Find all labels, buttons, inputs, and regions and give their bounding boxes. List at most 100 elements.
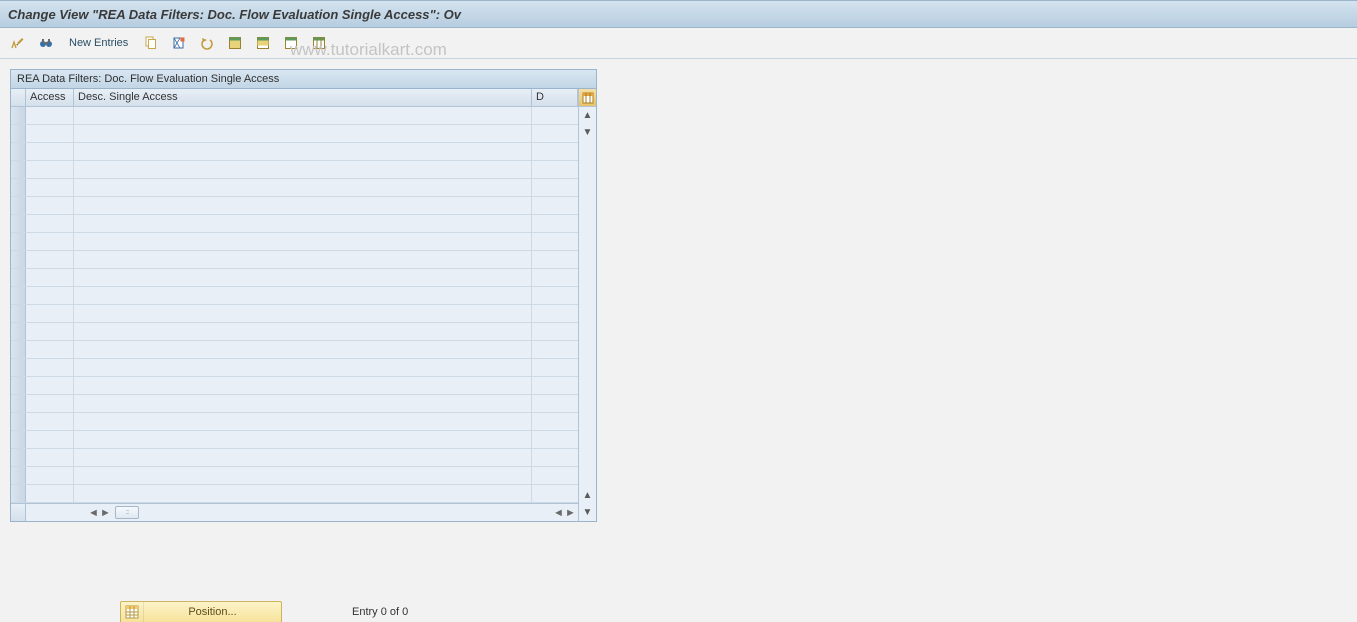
cell-access[interactable]	[26, 233, 74, 250]
row-selector[interactable]	[11, 467, 26, 484]
cell-desc-single-access[interactable]	[74, 449, 532, 466]
cell-access[interactable]	[26, 251, 74, 268]
table-row[interactable]	[11, 233, 578, 251]
cell-d[interactable]	[532, 485, 578, 502]
table-row[interactable]	[11, 359, 578, 377]
table-row[interactable]	[11, 179, 578, 197]
cell-d[interactable]	[532, 377, 578, 394]
cell-d[interactable]	[532, 233, 578, 250]
cell-access[interactable]	[26, 107, 74, 124]
table-row[interactable]	[11, 215, 578, 233]
table-row[interactable]	[11, 323, 578, 341]
table-row[interactable]	[11, 269, 578, 287]
scroll-down-end-button[interactable]: ▼	[579, 504, 596, 521]
cell-d[interactable]	[532, 143, 578, 160]
undo-change-button[interactable]	[195, 31, 219, 55]
cell-desc-single-access[interactable]	[74, 215, 532, 232]
cell-access[interactable]	[26, 467, 74, 484]
cell-desc-single-access[interactable]	[74, 323, 532, 340]
cell-d[interactable]	[532, 467, 578, 484]
table-row[interactable]	[11, 341, 578, 359]
cell-desc-single-access[interactable]	[74, 269, 532, 286]
cell-d[interactable]	[532, 125, 578, 142]
table-row[interactable]	[11, 305, 578, 323]
cell-desc-single-access[interactable]	[74, 197, 532, 214]
row-selector[interactable]	[11, 179, 26, 196]
select-block-button[interactable]	[251, 31, 275, 55]
cell-d[interactable]	[532, 359, 578, 376]
cell-d[interactable]	[532, 413, 578, 430]
table-row[interactable]	[11, 467, 578, 485]
cell-access[interactable]	[26, 125, 74, 142]
cell-access[interactable]	[26, 269, 74, 286]
cell-access[interactable]	[26, 413, 74, 430]
cell-access[interactable]	[26, 485, 74, 502]
scroll-up-end-button[interactable]: ▲	[579, 487, 596, 504]
cell-access[interactable]	[26, 359, 74, 376]
cell-d[interactable]	[532, 179, 578, 196]
row-selector[interactable]	[11, 143, 26, 160]
scroll-up-button[interactable]: ▲	[579, 107, 596, 124]
scroll-right-end-button[interactable]: ►	[565, 506, 576, 519]
cell-desc-single-access[interactable]	[74, 413, 532, 430]
cell-d[interactable]	[532, 197, 578, 214]
table-row[interactable]	[11, 287, 578, 305]
cell-access[interactable]	[26, 377, 74, 394]
cell-access[interactable]	[26, 305, 74, 322]
cell-d[interactable]	[532, 107, 578, 124]
row-selector[interactable]	[11, 341, 26, 358]
copy-as-button[interactable]	[139, 31, 163, 55]
column-header-desc-single-access[interactable]: Desc. Single Access	[74, 89, 532, 106]
table-settings-corner-button[interactable]	[579, 89, 596, 107]
table-row[interactable]	[11, 107, 578, 125]
cell-desc-single-access[interactable]	[74, 377, 532, 394]
cell-desc-single-access[interactable]	[74, 305, 532, 322]
row-selector[interactable]	[11, 287, 26, 304]
row-selector[interactable]	[11, 449, 26, 466]
table-row[interactable]	[11, 251, 578, 269]
cell-desc-single-access[interactable]	[74, 143, 532, 160]
cell-desc-single-access[interactable]	[74, 125, 532, 142]
cell-desc-single-access[interactable]	[74, 287, 532, 304]
delete-button[interactable]	[167, 31, 191, 55]
table-row[interactable]	[11, 485, 578, 503]
row-selector[interactable]	[11, 305, 26, 322]
row-selector[interactable]	[11, 251, 26, 268]
cell-access[interactable]	[26, 431, 74, 448]
cell-desc-single-access[interactable]	[74, 485, 532, 502]
table-row[interactable]	[11, 395, 578, 413]
table-row[interactable]	[11, 143, 578, 161]
cell-desc-single-access[interactable]	[74, 161, 532, 178]
row-selector[interactable]	[11, 125, 26, 142]
cell-access[interactable]	[26, 215, 74, 232]
cell-d[interactable]	[532, 449, 578, 466]
cell-d[interactable]	[532, 395, 578, 412]
table-row[interactable]	[11, 413, 578, 431]
cell-d[interactable]	[532, 305, 578, 322]
cell-desc-single-access[interactable]	[74, 341, 532, 358]
cell-access[interactable]	[26, 197, 74, 214]
scroll-down-button[interactable]: ▼	[579, 124, 596, 141]
row-selector[interactable]	[11, 197, 26, 214]
cell-d[interactable]	[532, 269, 578, 286]
cell-desc-single-access[interactable]	[74, 107, 532, 124]
cell-d[interactable]	[532, 431, 578, 448]
row-selector[interactable]	[11, 161, 26, 178]
cell-d[interactable]	[532, 287, 578, 304]
cell-access[interactable]	[26, 341, 74, 358]
column-header-d[interactable]: D	[532, 89, 578, 106]
position-button[interactable]: Position...	[120, 601, 282, 622]
cell-d[interactable]	[532, 323, 578, 340]
select-all-column-header[interactable]	[11, 89, 26, 106]
row-selector[interactable]	[11, 323, 26, 340]
table-row[interactable]	[11, 197, 578, 215]
scroll-right-button[interactable]: ►	[100, 506, 111, 519]
column-header-access[interactable]: Access	[26, 89, 74, 106]
cell-access[interactable]	[26, 323, 74, 340]
row-selector[interactable]	[11, 233, 26, 250]
scroll-left-button[interactable]: ◄	[88, 506, 99, 519]
row-selector[interactable]	[11, 377, 26, 394]
select-all-button[interactable]	[223, 31, 247, 55]
cell-desc-single-access[interactable]	[74, 395, 532, 412]
cell-desc-single-access[interactable]	[74, 233, 532, 250]
